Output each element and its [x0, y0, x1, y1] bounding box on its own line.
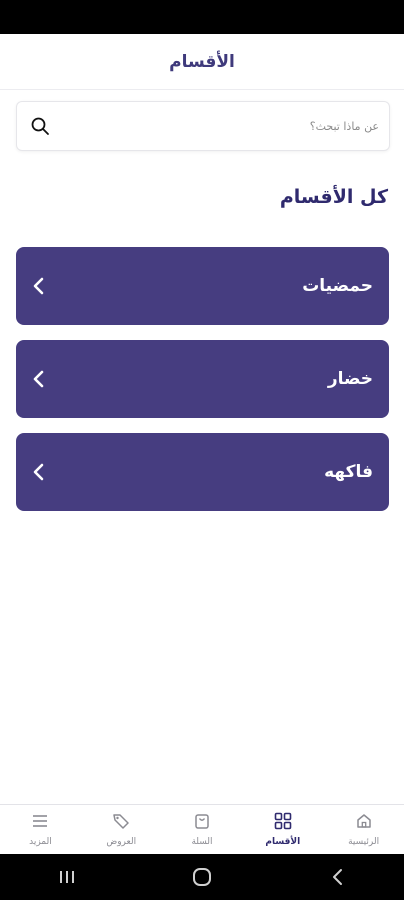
nav-label: السلة: [191, 837, 213, 847]
chevron-left-icon: [30, 462, 48, 482]
chevron-left-icon: [30, 276, 48, 296]
nav-item-categories[interactable]: الأقسام: [242, 805, 323, 854]
bottom-nav: الرئيسية الأقسام السلة العروض المزيد: [0, 804, 404, 854]
app-header: الأقسام: [0, 34, 404, 90]
search-bar[interactable]: [16, 101, 390, 151]
home-icon: [355, 812, 373, 834]
category-label: حمضيات: [302, 276, 373, 296]
nav-label: الأقسام: [265, 837, 301, 847]
home-button-icon[interactable]: [172, 862, 232, 892]
nav-item-home[interactable]: الرئيسية: [323, 805, 404, 854]
nav-label: المزيد: [29, 837, 52, 847]
category-label: فاكهه: [324, 462, 373, 482]
nav-item-more[interactable]: المزيد: [0, 805, 81, 854]
nav-item-cart[interactable]: السلة: [162, 805, 243, 854]
nav-label: العروض: [106, 837, 137, 847]
menu-icon: [31, 812, 49, 834]
search-icon[interactable]: [29, 115, 51, 137]
nav-item-offers[interactable]: العروض: [81, 805, 162, 854]
chevron-left-icon: [30, 369, 48, 389]
category-label: خضار: [327, 369, 373, 389]
nav-label: الرئيسية: [348, 837, 380, 847]
grid-icon: [274, 812, 292, 834]
system-navigation-bar: [0, 854, 404, 900]
back-icon[interactable]: [307, 862, 367, 892]
category-list: حمضيات خضار فاكهه: [16, 247, 389, 526]
search-input[interactable]: [79, 119, 379, 133]
tag-icon: [112, 812, 130, 834]
category-card-citrus[interactable]: حمضيات: [16, 247, 389, 325]
category-card-fruits[interactable]: فاكهه: [16, 433, 389, 511]
page-title: الأقسام: [169, 51, 235, 72]
category-card-vegetables[interactable]: خضار: [16, 340, 389, 418]
recent-apps-icon[interactable]: [37, 862, 97, 892]
bag-icon: [193, 812, 211, 834]
section-title: كل الأقسام: [279, 186, 388, 208]
status-bar: [0, 0, 404, 34]
